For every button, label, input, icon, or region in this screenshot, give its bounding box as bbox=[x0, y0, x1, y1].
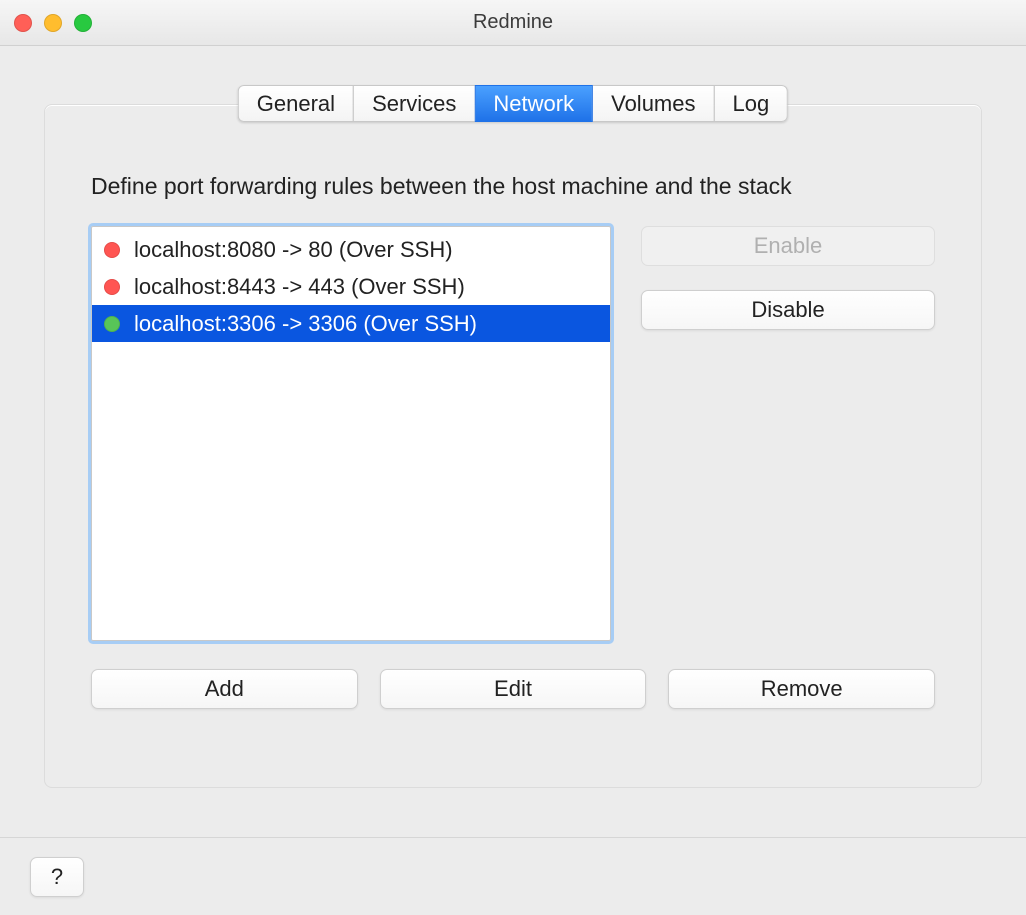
status-dot-icon bbox=[104, 279, 120, 295]
tab-volumes[interactable]: Volumes bbox=[592, 85, 714, 122]
add-button[interactable]: Add bbox=[91, 669, 358, 709]
minimize-icon[interactable] bbox=[44, 14, 62, 32]
panel-description: Define port forwarding rules between the… bbox=[91, 173, 935, 200]
window-title: Redmine bbox=[0, 11, 1026, 34]
help-button[interactable]: ? bbox=[30, 857, 84, 897]
port-forwarding-list[interactable]: localhost:8080 -> 80 (Over SSH) localhos… bbox=[91, 226, 611, 641]
status-dot-icon bbox=[104, 316, 120, 332]
list-item[interactable]: localhost:3306 -> 3306 (Over SSH) bbox=[92, 305, 610, 342]
traffic-lights bbox=[14, 14, 92, 32]
bottom-buttons: Add Edit Remove bbox=[91, 669, 935, 709]
rule-text: localhost:8080 -> 80 (Over SSH) bbox=[134, 237, 453, 263]
settings-panel: General Services Network Volumes Log Def… bbox=[44, 104, 982, 788]
bottom-bar: ? bbox=[0, 837, 1026, 915]
close-icon[interactable] bbox=[14, 14, 32, 32]
titlebar: Redmine bbox=[0, 0, 1026, 46]
tab-bar: General Services Network Volumes Log bbox=[238, 85, 788, 122]
tab-log[interactable]: Log bbox=[714, 85, 789, 122]
zoom-icon[interactable] bbox=[74, 14, 92, 32]
list-item[interactable]: localhost:8080 -> 80 (Over SSH) bbox=[92, 231, 610, 268]
enable-button[interactable]: Enable bbox=[641, 226, 935, 266]
disable-button[interactable]: Disable bbox=[641, 290, 935, 330]
remove-button[interactable]: Remove bbox=[668, 669, 935, 709]
app-window: Redmine General Services Network Volumes… bbox=[0, 0, 1026, 915]
main-row: localhost:8080 -> 80 (Over SSH) localhos… bbox=[91, 226, 935, 641]
list-item[interactable]: localhost:8443 -> 443 (Over SSH) bbox=[92, 268, 610, 305]
tab-services[interactable]: Services bbox=[353, 85, 475, 122]
side-buttons: Enable Disable bbox=[641, 226, 935, 641]
status-dot-icon bbox=[104, 242, 120, 258]
rule-text: localhost:8443 -> 443 (Over SSH) bbox=[134, 274, 465, 300]
window-body: General Services Network Volumes Log Def… bbox=[0, 46, 1026, 837]
edit-button[interactable]: Edit bbox=[380, 669, 647, 709]
tab-general[interactable]: General bbox=[238, 85, 354, 122]
rule-text: localhost:3306 -> 3306 (Over SSH) bbox=[134, 311, 477, 337]
tab-network[interactable]: Network bbox=[474, 85, 593, 122]
